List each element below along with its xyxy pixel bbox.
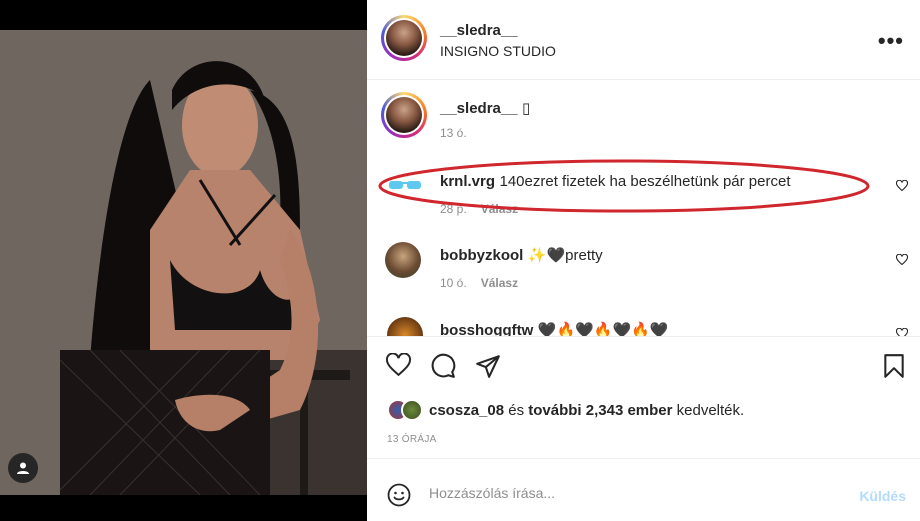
like-comment-icon[interactable] [896, 254, 908, 266]
share-icon[interactable] [475, 353, 501, 379]
like-comment-icon[interactable] [896, 180, 908, 192]
comment-meta: 28 p. Válasz [440, 202, 518, 216]
post-photo [0, 30, 367, 495]
comment-time[interactable]: 28 p. [440, 202, 467, 216]
like-icon[interactable] [385, 353, 412, 378]
comment-avatar[interactable] [385, 242, 421, 278]
action-bar [367, 345, 920, 385]
comments-list[interactable]: __sledra__ ▯ 13 ó. krnl.vrg 140ezret fiz… [367, 80, 920, 336]
post-header: __sledra__ INSIGNO STUDIO ••• [367, 0, 920, 80]
author-avatar[interactable] [381, 15, 427, 61]
list-item: krnl.vrg 140ezret fizetek ha beszélhetün… [440, 173, 791, 191]
caption-text: ▯ [522, 100, 531, 117]
user-icon [17, 462, 29, 474]
post-media[interactable] [0, 0, 367, 521]
post-timestamp[interactable]: 13 ÓRÁJA [387, 434, 437, 445]
comment-icon[interactable] [430, 353, 456, 379]
divider [367, 458, 920, 459]
like-comment-icon[interactable] [896, 328, 908, 336]
post-location[interactable]: INSIGNO STUDIO [440, 43, 556, 59]
list-item: bosshoggftw 🖤🔥🖤🔥🖤🔥🖤 [440, 321, 669, 336]
caption-time[interactable]: 13 ó. [440, 126, 467, 140]
save-icon[interactable] [883, 353, 905, 379]
caption: __sledra__ ▯ [440, 99, 530, 118]
list-item: bobbyzkool ✨🖤pretty [440, 246, 603, 265]
author-username[interactable]: __sledra__ [440, 22, 518, 39]
comment-avatar[interactable] [387, 317, 423, 336]
comment-text: 140ezret fizetek ha beszélhetünk pár per… [499, 173, 791, 190]
caption-username[interactable]: __sledra__ [440, 100, 518, 117]
likes-summary: csosza_08 és további 2,343 ember kedvelt… [387, 398, 744, 422]
post-details-panel: __sledra__ INSIGNO STUDIO ••• __sledra__… [367, 0, 920, 521]
comment-avatar[interactable] [387, 167, 423, 203]
comment-username[interactable]: krnl.vrg [440, 173, 495, 190]
divider [367, 336, 920, 337]
comment-meta: 10 ó. Válasz [440, 276, 518, 290]
comment-input[interactable] [429, 485, 829, 501]
liker-avatars[interactable] [387, 398, 425, 422]
likes-suffix: kedvelték. [676, 401, 745, 419]
sunglasses-icon [389, 181, 421, 189]
comment-time[interactable]: 10 ó. [440, 276, 467, 290]
emoji-icon[interactable] [387, 483, 411, 507]
caption-avatar[interactable] [381, 92, 427, 138]
tagged-user-button[interactable] [8, 453, 38, 483]
post-comment-button[interactable]: Küldés [859, 488, 906, 504]
add-comment-bar: Küldés [367, 470, 920, 520]
comment-text: ✨🖤pretty [527, 247, 603, 264]
reply-button[interactable]: Válasz [481, 202, 518, 216]
comment-text: 🖤🔥🖤🔥🖤🔥🖤 [537, 322, 669, 336]
liker-username[interactable]: csosza_08 [429, 402, 504, 419]
reply-button[interactable]: Válasz [481, 276, 518, 290]
likes-others-link[interactable]: további 2,343 ember [528, 402, 672, 419]
likes-joiner: és [508, 401, 525, 419]
comment-username[interactable]: bosshoggftw [440, 322, 533, 336]
comment-username[interactable]: bobbyzkool [440, 247, 523, 264]
more-options-icon[interactable]: ••• [878, 28, 904, 54]
